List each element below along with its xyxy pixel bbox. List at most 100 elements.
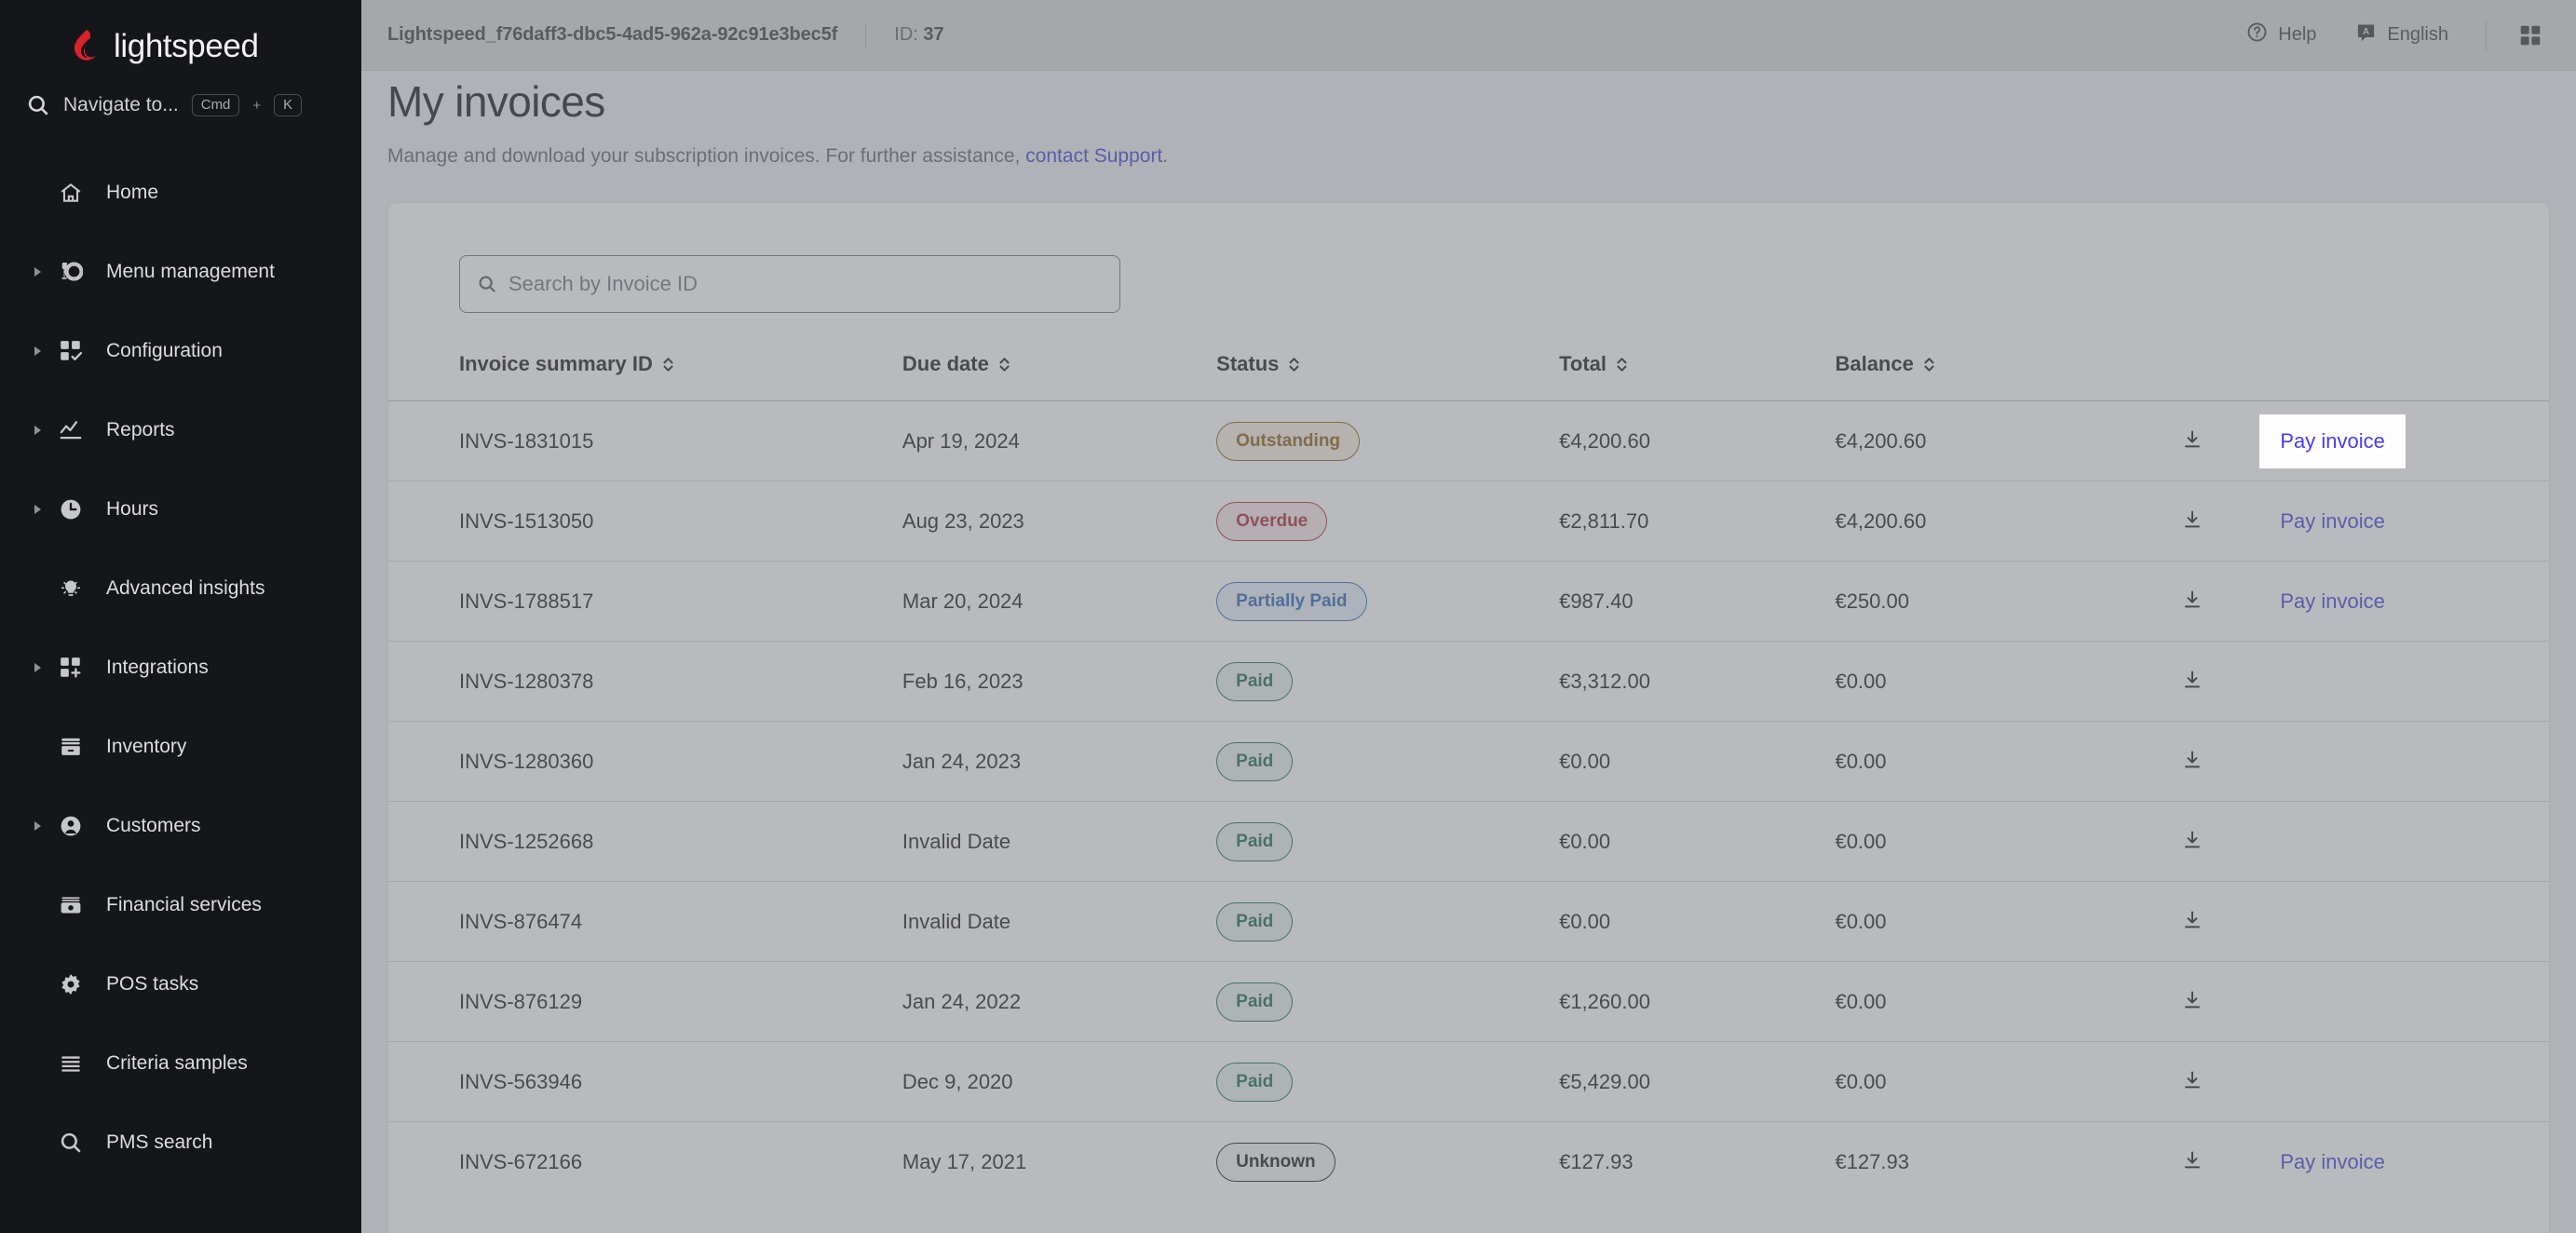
cell-due-date: Invalid Date <box>902 881 1217 962</box>
column-header-total[interactable]: Total <box>1559 343 1835 401</box>
pay-invoice-button[interactable]: Pay invoice <box>2263 497 2402 546</box>
sort-icon[interactable] <box>1923 357 1935 373</box>
table-row: INVS-876474 Invalid Date Paid €0.00 €0.00 <box>388 881 2549 962</box>
cell-invoice-id: INVS-876474 <box>388 881 902 962</box>
search-icon <box>50 1131 91 1155</box>
sidebar-item-integrations[interactable]: Integrations <box>0 628 361 707</box>
cell-pay: Pay invoice <box>2263 561 2549 642</box>
search-input[interactable] <box>508 272 1103 296</box>
download-icon <box>2181 909 2203 934</box>
column-header-download <box>2121 343 2263 401</box>
column-header-balance[interactable]: Balance <box>1835 343 2121 401</box>
table-row: INVS-672166 May 17, 2021 Unknown €127.93 €12… <box>388 1121 2549 1202</box>
download-invoice-button[interactable] <box>2176 1064 2209 1100</box>
download-invoice-button[interactable] <box>2176 1144 2209 1180</box>
invoices-table: Invoice summary ID Due date Status Total… <box>388 343 2549 1202</box>
search-icon <box>477 274 497 294</box>
lightbulb-icon <box>50 576 91 601</box>
download-invoice-button[interactable] <box>2176 503 2209 539</box>
cell-pay <box>2263 961 2549 1042</box>
column-label: Total <box>1559 352 1607 375</box>
cell-total: €3,312.00 <box>1559 641 1836 722</box>
download-invoice-button[interactable] <box>2176 583 2209 619</box>
cell-status: Paid <box>1216 1041 1560 1122</box>
contact-support-link[interactable]: contact Support <box>1025 145 1162 167</box>
cell-balance: €4,200.60 <box>1835 481 2122 562</box>
pay-invoice-button[interactable]: Pay invoice <box>2263 1138 2402 1186</box>
language-button[interactable]: A English <box>2346 16 2458 54</box>
page-subtitle-period: . <box>1162 145 1169 167</box>
cell-invoice-id: INVS-672166 <box>388 1121 902 1202</box>
chevron-right-icon[interactable] <box>26 504 50 515</box>
cell-due-date: May 17, 2021 <box>902 1121 1217 1202</box>
status-badge: Paid <box>1216 661 1294 701</box>
cell-download <box>2121 1041 2264 1122</box>
sidebar-item-menu-management[interactable]: Menu management <box>0 232 361 311</box>
sidebar-item-label: Customers <box>106 814 201 836</box>
search-box[interactable] <box>459 255 1120 313</box>
sidebar-item-customers[interactable]: Customers <box>0 786 361 865</box>
cell-download <box>2121 481 2264 562</box>
table-header-row: Invoice summary ID Due date Status Total… <box>388 343 2549 401</box>
chevron-right-icon[interactable] <box>26 662 50 673</box>
sidebar-item-configuration[interactable]: Configuration <box>0 311 361 390</box>
pay-invoice-button[interactable]: Pay invoice <box>2263 577 2402 626</box>
column-header-status[interactable]: Status <box>1216 343 1559 401</box>
sidebar-item-criteria-samples[interactable]: Criteria samples <box>0 1023 361 1103</box>
sidebar-item-label: Configuration <box>106 339 223 361</box>
topbar-divider <box>865 22 867 47</box>
download-invoice-button[interactable] <box>2176 743 2209 779</box>
help-button[interactable]: Help <box>2237 16 2325 54</box>
cell-total: €5,429.00 <box>1559 1041 1836 1122</box>
clock-icon <box>50 497 91 522</box>
help-circle-icon <box>2246 21 2268 48</box>
download-invoice-button[interactable] <box>2176 423 2209 459</box>
sidebar-item-inventory[interactable]: Inventory <box>0 707 361 786</box>
navigate-to-label: Navigate to... <box>63 94 179 115</box>
sidebar-item-advanced-insights[interactable]: Advanced insights <box>0 549 361 628</box>
download-invoice-button[interactable] <box>2176 983 2209 1020</box>
cell-due-date: Dec 9, 2020 <box>902 1041 1217 1122</box>
download-icon <box>2181 508 2203 534</box>
cell-download <box>2121 721 2264 802</box>
sidebar-item-financial-services[interactable]: Financial services <box>0 865 361 944</box>
sort-icon[interactable] <box>998 357 1010 373</box>
column-label: Invoice summary ID <box>459 352 653 375</box>
sidebar-item-pos-tasks[interactable]: POS tasks <box>0 944 361 1023</box>
cell-balance: €0.00 <box>1835 961 2122 1042</box>
navigate-to-search[interactable]: Navigate to... Cmd + K <box>0 78 361 132</box>
kbd-cmd: Cmd <box>191 93 240 117</box>
apps-grid-icon[interactable] <box>2518 23 2542 47</box>
sidebar-item-pms-search[interactable]: PMS search <box>0 1103 361 1182</box>
pay-invoice-button-focused[interactable]: Pay invoice <box>2259 413 2406 468</box>
sort-icon[interactable] <box>662 357 674 373</box>
sidebar-item-hours[interactable]: Hours <box>0 469 361 549</box>
top-bar: Lightspeed_f76daff3-dbc5-4ad5-962a-92c91… <box>361 0 2576 71</box>
cell-status: Outstanding <box>1216 400 1560 481</box>
cell-invoice-id: INVS-876129 <box>388 961 902 1042</box>
account-id-value: 37 <box>923 24 944 45</box>
chevron-right-icon[interactable] <box>26 346 50 357</box>
brand[interactable]: lightspeed <box>0 0 361 73</box>
download-invoice-button[interactable] <box>2176 903 2209 940</box>
sidebar-item-home[interactable]: Home <box>0 153 361 232</box>
chevron-right-icon[interactable] <box>26 820 50 832</box>
sidebar-item-label: Inventory <box>106 735 187 757</box>
cell-due-date: Mar 20, 2024 <box>902 561 1217 642</box>
status-badge: Overdue <box>1216 501 1328 541</box>
gear-icon <box>50 972 91 996</box>
account-id-label: ID: <box>894 24 918 45</box>
account-name: Lightspeed_f76daff3-dbc5-4ad5-962a-92c91… <box>387 24 838 45</box>
download-invoice-button[interactable] <box>2176 823 2209 860</box>
column-header-invoice-id[interactable]: Invoice summary ID <box>388 343 902 401</box>
sort-icon[interactable] <box>1288 357 1300 373</box>
chevron-right-icon[interactable] <box>26 425 50 436</box>
sidebar-item-reports[interactable]: Reports <box>0 390 361 469</box>
sidebar-item-label: Financial services <box>106 893 262 915</box>
chevron-right-icon[interactable] <box>26 266 50 278</box>
cell-status: Paid <box>1216 641 1560 722</box>
column-header-due-date[interactable]: Due date <box>902 343 1216 401</box>
download-invoice-button[interactable] <box>2176 663 2209 699</box>
sort-icon[interactable] <box>1616 357 1628 373</box>
sidebar-item-label: Menu management <box>106 260 275 282</box>
